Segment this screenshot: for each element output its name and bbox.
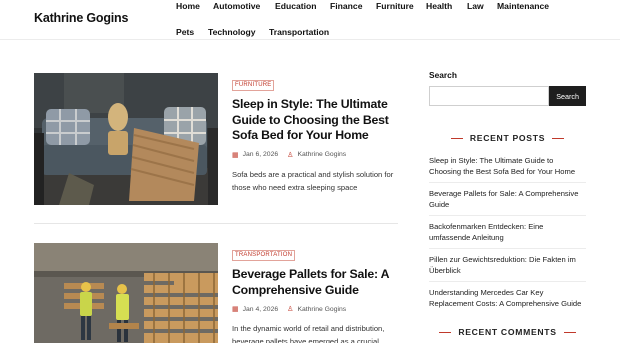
post-date[interactable]: Jan 6, 2026	[243, 151, 279, 158]
category-badge[interactable]: FURNITURE	[232, 80, 275, 91]
heading-rule	[552, 138, 565, 140]
recent-post-link[interactable]: Pillen zur Gewichtsreduktion: Die Fakten…	[429, 255, 586, 282]
nav-item-finance[interactable]: Finance	[330, 1, 362, 11]
search-label: Search	[429, 70, 457, 80]
user-icon: ♙	[287, 306, 294, 313]
nav-item-technology[interactable]: Technology	[208, 27, 256, 37]
post-card: TRANSPORTATION Beverage Pallets for Sale…	[34, 243, 398, 343]
post-card: FURNITURE Sleep in Style: The Ultimate G…	[34, 73, 398, 205]
heading-rule	[450, 138, 463, 140]
pallets-photo	[34, 243, 218, 343]
nav-item-transportation[interactable]: Transportation	[269, 27, 329, 37]
recent-post-link[interactable]: Beverage Pallets for Sale: A Comprehensi…	[429, 189, 586, 216]
nav-item-maintenance[interactable]: Maintenance	[497, 1, 549, 11]
sidebar: Search Search RECENT POSTS Sleep in Styl…	[429, 70, 586, 337]
post-meta: ▦ Jan 6, 2026 ♙ Kathrine Gogins	[232, 151, 398, 159]
user-icon: ♙	[287, 151, 294, 159]
recent-post-link[interactable]: Sleep in Style: The Ultimate Guide to Ch…	[429, 156, 586, 183]
post-excerpt: Sofa beds are a practical and stylish so…	[232, 169, 394, 192]
calendar-icon: ▦	[232, 306, 239, 313]
site-title[interactable]: Kathrine Gogins	[34, 11, 128, 25]
post-author[interactable]: Kathrine Gogins	[297, 151, 346, 158]
recent-comments-heading: RECENT COMMENTS	[429, 327, 586, 337]
nav-item-automotive[interactable]: Automotive	[213, 1, 260, 11]
recent-posts-heading: RECENT POSTS	[429, 133, 586, 143]
search-button[interactable]: Search	[549, 86, 586, 106]
post-title[interactable]: Sleep in Style: The Ultimate Guide to Ch…	[232, 97, 398, 144]
post-divider	[34, 223, 398, 224]
post-body: FURNITURE Sleep in Style: The Ultimate G…	[232, 73, 398, 194]
post-excerpt: In the dynamic world of retail and distr…	[232, 324, 385, 343]
calendar-icon: ▦	[232, 151, 239, 159]
post-date[interactable]: Jan 4, 2026	[243, 306, 279, 313]
nav-item-home[interactable]: Home	[176, 1, 200, 11]
site-header: Kathrine Gogins Home Automotive Educatio…	[0, 0, 620, 40]
post-thumbnail-pallets[interactable]	[34, 243, 218, 343]
nav-item-furniture[interactable]: Furniture	[376, 1, 414, 11]
nav-item-health[interactable]: Health	[426, 1, 452, 11]
heading-rule	[563, 332, 576, 334]
recent-comments-title: RECENT COMMENTS	[458, 327, 557, 337]
recent-posts-list: Sleep in Style: The Ultimate Guide to Ch…	[429, 156, 586, 320]
post-title[interactable]: Beverage Pallets for Sale: A Comprehensi…	[232, 267, 398, 298]
nav-item-education[interactable]: Education	[275, 1, 317, 11]
post-author[interactable]: Kathrine Gogins	[297, 306, 346, 313]
search-form: Search	[429, 86, 586, 106]
nav-item-law[interactable]: Law	[467, 1, 484, 11]
sofa-photo	[34, 73, 218, 205]
search-input[interactable]	[429, 86, 550, 106]
post-body: TRANSPORTATION Beverage Pallets for Sale…	[232, 243, 398, 343]
category-badge[interactable]: TRANSPORTATION	[232, 250, 296, 261]
nav-item-pets[interactable]: Pets	[176, 27, 194, 37]
heading-rule	[439, 332, 452, 334]
recent-post-link[interactable]: Backofenmarken Entdecken: Eine umfassend…	[429, 222, 586, 249]
post-thumbnail-sofa[interactable]	[34, 73, 218, 205]
recent-posts-title: RECENT POSTS	[469, 133, 546, 143]
recent-post-link[interactable]: Understanding Mercedes Car Key Replaceme…	[429, 288, 586, 314]
post-meta: ▦ Jan 4, 2026 ♙ Kathrine Gogins	[232, 305, 398, 314]
